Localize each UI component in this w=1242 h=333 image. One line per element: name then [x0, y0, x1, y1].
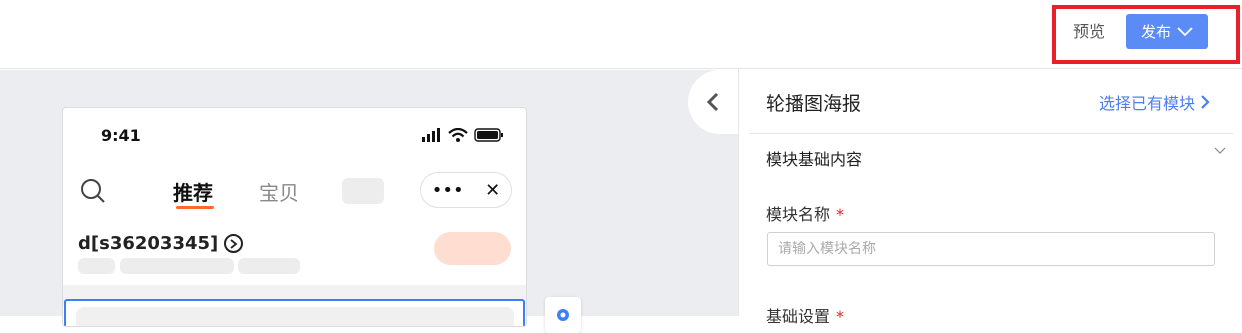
- mini-program-capsule[interactable]: ••• ✕: [420, 172, 512, 208]
- signal-icon: [422, 128, 440, 142]
- select-existing-module-link[interactable]: 选择已有模块: [1099, 90, 1210, 114]
- properties-panel: 轮播图海报 选择已有模块 模块基础内容 模块名称* 基础设置*: [738, 69, 1242, 326]
- battery-icon: [474, 128, 503, 142]
- close-icon[interactable]: ✕: [485, 180, 500, 201]
- phone-preview: 9:41 推荐 宝贝 ••• ✕ d[s36203345]: [62, 107, 527, 327]
- divider: [749, 133, 1233, 134]
- active-tab-indicator: [176, 206, 214, 209]
- panel-title: 轮播图海报: [766, 93, 862, 115]
- chevron-left-icon: [706, 92, 719, 112]
- selected-carousel-module[interactable]: [64, 299, 525, 326]
- shop-name-text: d[s36203345]: [78, 233, 219, 254]
- carousel-placeholder: [76, 307, 514, 326]
- module-name-input[interactable]: [767, 232, 1215, 266]
- shop-name[interactable]: d[s36203345]: [78, 233, 244, 254]
- select-existing-module-label: 选择已有模块: [1098, 94, 1195, 113]
- tab-recommend[interactable]: 推荐: [173, 177, 213, 206]
- status-time: 9:41: [101, 126, 141, 145]
- skeleton-tag: [120, 258, 234, 274]
- search-icon[interactable]: [80, 178, 106, 204]
- skeleton-tag: [238, 258, 300, 274]
- basic-settings-label: 基础设置 *: [766, 307, 845, 326]
- section-title: 模块基础内容: [766, 150, 863, 169]
- required-marker: *: [836, 307, 845, 326]
- skeleton-tag: [78, 258, 115, 274]
- module-name-label: 模块名称 *: [766, 205, 845, 224]
- preview-button[interactable]: 预览: [1073, 20, 1105, 44]
- chevron-down-icon: [1177, 26, 1193, 36]
- tab-placeholder: [342, 178, 384, 204]
- publish-button[interactable]: 发布: [1126, 14, 1208, 49]
- required-marker: *: [836, 205, 845, 224]
- module-settings-tool[interactable]: [545, 297, 581, 333]
- more-icon[interactable]: •••: [432, 180, 464, 201]
- wifi-icon: [448, 128, 468, 142]
- status-icons: [422, 128, 504, 142]
- gear-icon: [557, 309, 569, 321]
- chevron-right-icon: [1201, 95, 1210, 109]
- tab-items[interactable]: 宝贝: [259, 177, 299, 206]
- chevron-down-icon[interactable]: [1214, 147, 1226, 155]
- chevron-right-circle-icon: [224, 234, 244, 253]
- publish-label: 发布: [1140, 23, 1171, 41]
- follow-button[interactable]: [434, 232, 511, 265]
